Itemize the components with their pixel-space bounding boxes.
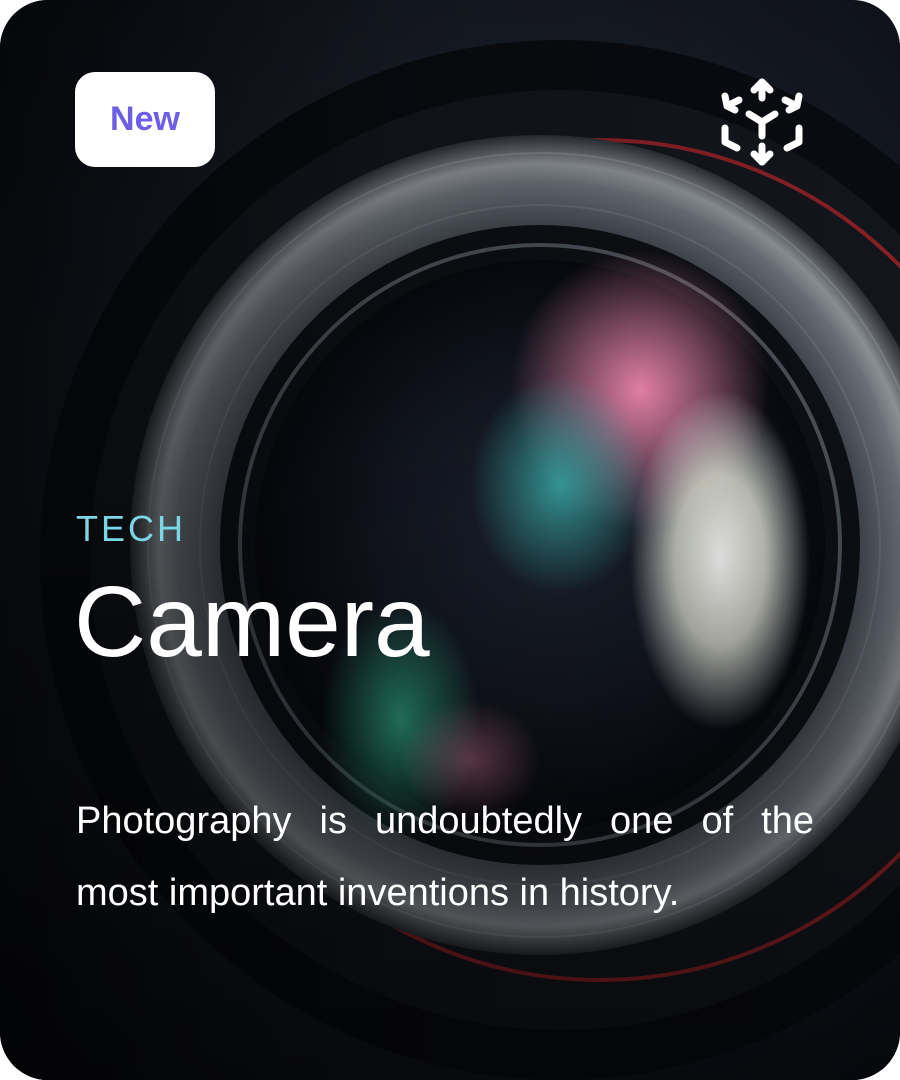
new-badge[interactable]: New xyxy=(75,72,215,167)
card-title: Camera xyxy=(74,566,430,678)
card-description: Photography is undoubtedly one of the mo… xyxy=(76,800,814,914)
product-card[interactable]: New TECH Camera Photography is undoubted xyxy=(0,0,900,1080)
ar-view-button[interactable] xyxy=(712,72,812,172)
ar-cube-icon xyxy=(721,78,803,166)
new-badge-label: New xyxy=(110,100,180,138)
category-label: TECH xyxy=(76,508,186,549)
